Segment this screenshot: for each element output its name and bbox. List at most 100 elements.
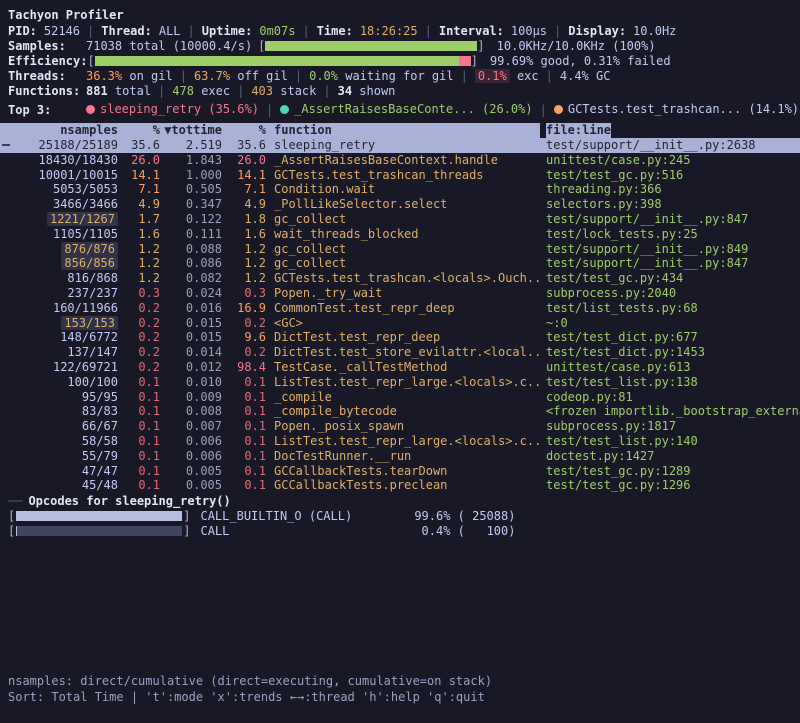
file-line-cell: unittest/case.py:613 xyxy=(540,360,800,375)
nsamples-cell: 1221/1267 xyxy=(0,212,118,227)
function-cell: wait_threads_blocked xyxy=(266,227,540,242)
table-row[interactable]: 148/67720.20.0159.6DictTest.test_repr_de… xyxy=(0,330,800,345)
samples-bar-fill xyxy=(265,41,477,51)
function-cell: TestCase._callTestMethod xyxy=(266,360,540,375)
table-row[interactable]: 3466/34664.90.3474.9_PollLikeSelector.se… xyxy=(0,197,800,212)
thread-value[interactable]: ALL xyxy=(159,24,181,38)
direct-pct-cell: 7.1 xyxy=(118,182,160,197)
nsamples-value: 160/11966 xyxy=(53,301,118,315)
cumulative-pct-cell: 16.9 xyxy=(222,301,266,316)
function-cell: DictTest.test_repr_deep xyxy=(266,330,540,345)
file-line-cell: test/lock_tests.py:25 xyxy=(540,227,800,242)
table-row[interactable]: 153/1530.20.0150.2<GC>~:0 xyxy=(0,316,800,331)
table-row[interactable]: 66/670.10.0070.1Popen._posix_spawnsubpro… xyxy=(0,419,800,434)
stat-value: 0.1% xyxy=(475,69,510,83)
table-row[interactable]: 45/480.10.0050.1GCCallbackTests.preclean… xyxy=(0,478,800,493)
header-nsamples[interactable]: nsamples xyxy=(0,123,118,138)
table-row[interactable]: 1105/11051.60.1111.6wait_threads_blocked… xyxy=(0,227,800,242)
header-direct-pct[interactable]: % xyxy=(118,123,160,138)
tottime-cell: 0.082 xyxy=(160,271,222,286)
table-row[interactable]: 55/790.10.0060.1DocTestRunner.__rundocte… xyxy=(0,449,800,464)
stat-item: 34 shown xyxy=(338,84,396,98)
opcode-bar xyxy=(16,511,182,521)
nsamples-value: 816/868 xyxy=(67,271,118,285)
stat-item: 881 total xyxy=(86,84,151,98)
file-line-cell: codeop.py:81 xyxy=(540,390,800,405)
header-file-line[interactable]: file:line xyxy=(540,123,800,138)
stat-unit: shown xyxy=(352,84,395,98)
tottime-cell: 0.007 xyxy=(160,419,222,434)
function-cell: DocTestRunner.__run xyxy=(266,449,540,464)
table-row[interactable]: 876/8761.20.0881.2gc_collecttest/support… xyxy=(0,242,800,257)
table-row[interactable]: 95/950.10.0090.1_compilecodeop.py:81 xyxy=(0,390,800,405)
nsamples-cell: 100/100 xyxy=(0,375,118,390)
table-row[interactable]: 47/470.10.0050.1GCCallbackTests.tearDown… xyxy=(0,464,800,479)
top3-line: Top 3:sleeping_retry (35.6%)|_AssertRais… xyxy=(0,102,800,117)
functions-label: Functions: xyxy=(8,84,86,98)
table-row[interactable]: 58/580.10.0060.1ListTest.test_repr_large… xyxy=(0,434,800,449)
time-value: 18:26:25 xyxy=(360,24,418,38)
nsamples-cell: 18430/18430 xyxy=(0,153,118,168)
table-row[interactable]: 816/8681.20.0821.2GCTests.test_trashcan.… xyxy=(0,271,800,286)
table-row[interactable]: 18430/1843026.01.84326.0_AssertRaisesBas… xyxy=(0,153,800,168)
stat-item: 4.4% GC xyxy=(560,69,611,83)
app-title: Tachyon Profiler xyxy=(0,8,800,23)
stat-unit: stack xyxy=(273,84,316,98)
opcodes-title: Opcodes for sleeping_retry() xyxy=(28,494,230,508)
table-row[interactable]: 856/8561.20.0861.2gc_collecttest/support… xyxy=(0,256,800,271)
stat-unit: total xyxy=(108,84,151,98)
opcode-bar-fill xyxy=(16,526,17,536)
separator: | xyxy=(295,69,302,83)
table-row[interactable]: 237/2370.30.0240.3Popen._try_waitsubproc… xyxy=(0,286,800,301)
stat-value: 881 xyxy=(86,84,108,98)
separator: | xyxy=(87,24,94,38)
table-row[interactable]: 100/1000.10.0100.1ListTest.test_repr_lar… xyxy=(0,375,800,390)
nsamples-cell: 816/868 xyxy=(0,271,118,286)
tottime-cell: 1.000 xyxy=(160,168,222,183)
nsamples-value: 153/153 xyxy=(61,316,118,330)
function-cell: Popen._try_wait xyxy=(266,286,540,301)
samples-rate: 10.0KHz/10.0KHz (100%) xyxy=(497,39,656,53)
bracket-close: ] xyxy=(183,509,190,523)
medal-3-icon xyxy=(554,105,563,114)
header-function[interactable]: function xyxy=(266,123,540,138)
display-label: Display: xyxy=(568,24,626,38)
stat-value: 0.0% xyxy=(309,69,338,83)
separator: | xyxy=(461,69,468,83)
header-cumulative-pct[interactable]: % xyxy=(222,123,266,138)
file-line-cell: threading.py:366 xyxy=(540,182,800,197)
function-cell: CommonTest.test_repr_deep xyxy=(266,301,540,316)
nsamples-value: 1105/1105 xyxy=(53,227,118,241)
table-row[interactable]: 25188/2518935.62.51935.6sleeping_retryte… xyxy=(0,138,800,153)
nsamples-value: 55/79 xyxy=(82,449,118,463)
file-line-cell: <frozen importlib._bootstrap_externa xyxy=(540,404,800,419)
top3-entries: sleeping_retry (35.6%)|_AssertRaisesBase… xyxy=(86,102,799,117)
separator: | xyxy=(237,84,244,98)
cumulative-pct-cell: 1.6 xyxy=(222,227,266,242)
stat-item: 0.1% exc xyxy=(475,69,539,83)
cumulative-pct-cell: 26.0 xyxy=(222,153,266,168)
top3-function-name: _AssertRaisesBaseConte... (26.0%) xyxy=(294,102,532,116)
table-row[interactable]: 5053/50537.10.5057.1Condition.waitthread… xyxy=(0,182,800,197)
samples-line: Samples:71038 total (10000.4/s)[]10.0KHz… xyxy=(0,38,800,53)
tottime-cell: 1.843 xyxy=(160,153,222,168)
nsamples-cell: 83/83 xyxy=(0,404,118,419)
table-header: nsamples % ▼tottime % function file:line xyxy=(0,123,800,138)
bracket-open: [ xyxy=(8,524,15,538)
file-line-cell: test/support/__init__.py:849 xyxy=(540,242,800,257)
table-row[interactable]: 160/119660.20.01616.9CommonTest.test_rep… xyxy=(0,301,800,316)
function-cell: Condition.wait xyxy=(266,182,540,197)
table-row[interactable]: 137/1470.20.0140.2DictTest.test_store_ev… xyxy=(0,345,800,360)
direct-pct-cell: 1.7 xyxy=(118,212,160,227)
samples-total: 71038 total (10000.4/s) xyxy=(86,39,252,53)
table-row[interactable]: 10001/1001514.11.00014.1GCTests.test_tra… xyxy=(0,168,800,183)
file-line-cell: test/test_gc.py:516 xyxy=(540,168,800,183)
header-tottime-sort[interactable]: ▼tottime xyxy=(160,123,222,138)
pid-value: 52146 xyxy=(44,24,80,38)
separator: | xyxy=(546,69,553,83)
direct-pct-cell: 0.1 xyxy=(118,464,160,479)
table-row[interactable]: 122/697210.20.01298.4TestCase._callTestM… xyxy=(0,360,800,375)
table-row[interactable]: 83/830.10.0080.1_compile_bytecode<frozen… xyxy=(0,404,800,419)
table-row[interactable]: 1221/12671.70.1221.8gc_collecttest/suppo… xyxy=(0,212,800,227)
cumulative-pct-cell: 1.2 xyxy=(222,271,266,286)
